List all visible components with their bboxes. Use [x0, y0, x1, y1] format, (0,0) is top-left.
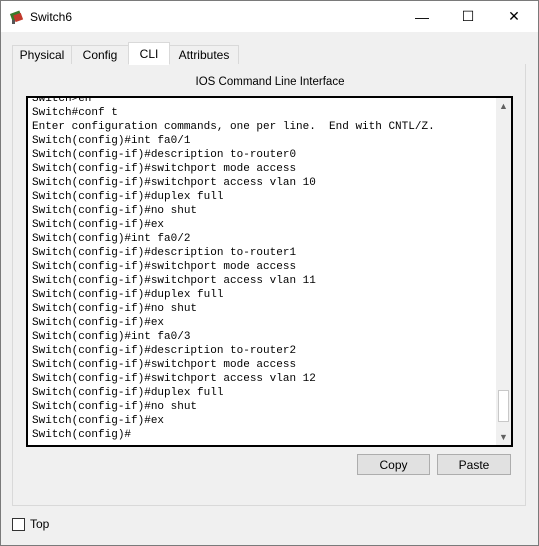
tab-config[interactable]: Config — [71, 45, 129, 65]
console-line: Switch(config)# — [32, 429, 132, 441]
console-line: Switch(config-if)#switchport access vlan… — [32, 373, 316, 385]
maximize-icon: ☐ — [461, 8, 475, 24]
console-line: Switch(config-if)#switchport mode access — [32, 261, 297, 273]
scroll-up-icon[interactable]: ▲ — [496, 99, 511, 113]
console-line: Switch(config-if)#duplex full — [32, 289, 224, 301]
tab-label: CLI — [139, 46, 159, 61]
console-line: Switch(config-if)#switchport access vlan… — [32, 275, 316, 287]
console-line: Switch(config-if)#no shut — [32, 303, 198, 315]
console-line: Switch(config-if)#duplex full — [32, 387, 224, 399]
tab-label: Physical — [19, 48, 65, 62]
scroll-down-icon[interactable]: ▼ — [496, 430, 511, 444]
console-line: Switch(config-if)#ex — [32, 219, 165, 231]
console-line: Switch(config-if)#switchport access vlan… — [32, 177, 316, 189]
console-line: Switch(config-if)#switchport mode access — [32, 359, 297, 371]
minimize-button[interactable]: — — [399, 1, 445, 32]
switch-window: Switch6 — ☐ ✕ Physical Config CLI Attrib… — [0, 0, 539, 546]
console-line: Switch(config-if)#ex — [32, 415, 165, 427]
console-line: Switch(config)#int fa0/2 — [32, 233, 191, 245]
cli-console[interactable]: Switch>en Switch#conf t Enter configuratio… — [26, 96, 513, 447]
console-line: Switch>en — [32, 96, 92, 105]
console-line: Switch(config-if)#no shut — [32, 205, 198, 217]
cli-panel: IOS Command Line Interface Switch>en Swit… — [12, 64, 526, 506]
close-icon: ✕ — [508, 8, 520, 24]
console-line: Switch#conf t — [32, 107, 118, 119]
console-line: Switch(config-if)#description to-router2 — [32, 345, 297, 357]
console-line: Switch(config-if)#description to-router1 — [32, 247, 297, 259]
copy-button[interactable]: Copy — [357, 454, 430, 475]
console-line: Switch(config)#int fa0/3 — [32, 331, 191, 343]
window-title: Switch6 — [30, 10, 73, 24]
console-line: Switch(config-if)#description to-router0 — [32, 149, 297, 161]
maximize-button[interactable]: ☐ — [445, 1, 491, 32]
tab-attributes[interactable]: Attributes — [169, 45, 239, 65]
cli-heading: IOS Command Line Interface — [195, 76, 345, 88]
tab-label: Config — [82, 48, 118, 62]
top-checkbox[interactable] — [12, 517, 25, 531]
top-checkbox-row[interactable]: Top — [12, 517, 49, 531]
tab-physical[interactable]: Physical — [12, 45, 72, 65]
console-line: Switch(config-if)#no shut — [32, 401, 198, 413]
network-switch-icon — [9, 10, 24, 24]
console-line: Switch(config)#int fa0/1 — [32, 135, 191, 147]
console-line: Switch(config-if)#ex — [32, 317, 165, 329]
console-output[interactable]: Switch>en Switch#conf t Enter configuratio… — [32, 96, 492, 442]
top-checkbox-label: Top — [30, 517, 50, 531]
close-button[interactable]: ✕ — [491, 1, 537, 32]
title-bar[interactable]: Switch6 — ☐ ✕ — [1, 1, 538, 32]
console-scrollbar[interactable]: ▲ ▼ — [496, 98, 511, 445]
tab-cli[interactable]: CLI — [128, 42, 170, 65]
scroll-thumb[interactable] — [498, 390, 509, 422]
minimize-icon: — — [415, 8, 429, 25]
console-line: Enter configuration commands, one per li… — [32, 121, 435, 133]
paste-button[interactable]: Paste — [437, 454, 511, 475]
tab-label: Attributes — [178, 48, 230, 62]
console-line: Switch(config-if)#switchport mode access — [32, 163, 297, 175]
console-line: Switch(config-if)#duplex full — [32, 191, 224, 203]
